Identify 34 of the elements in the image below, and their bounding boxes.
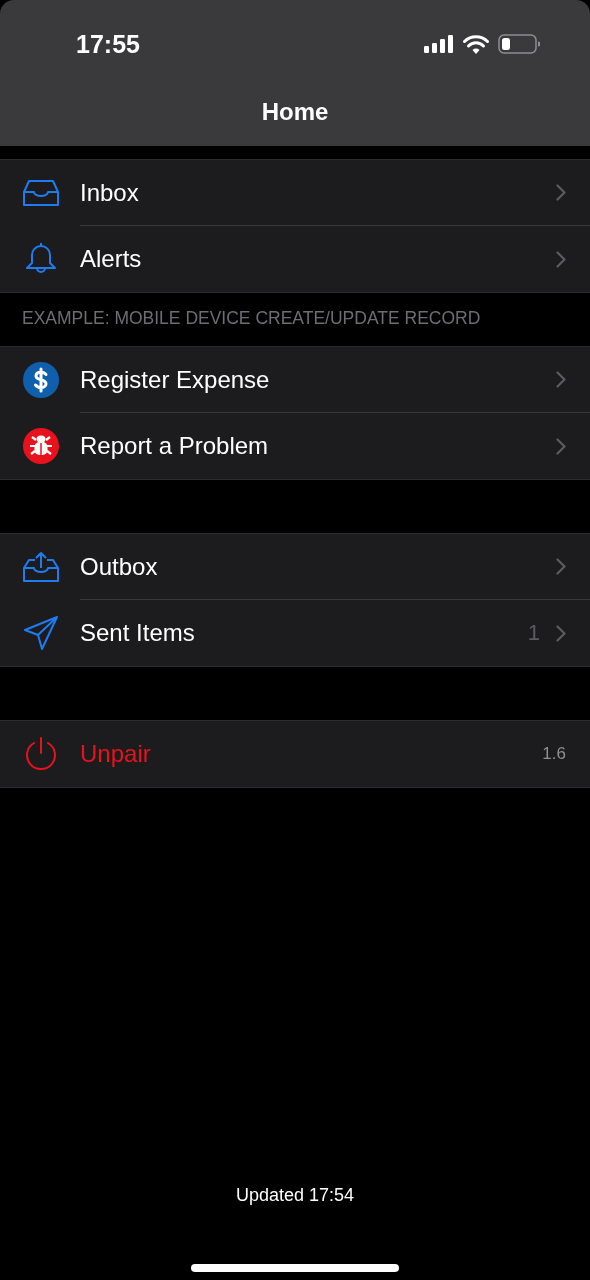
menu-row[interactable]: Alerts xyxy=(0,226,590,292)
row-label: Inbox xyxy=(80,178,140,207)
outbox-tray-icon xyxy=(22,552,60,582)
bug-icon xyxy=(22,428,60,464)
menu-row[interactable]: Report a Problem xyxy=(0,413,590,479)
chevron-icon xyxy=(556,558,566,575)
section-header: EXAMPLE: MOBILE DEVICE CREATE/UPDATE RECORD xyxy=(21,307,482,330)
battery-icon xyxy=(498,34,540,54)
menu-row[interactable]: Sent Items 1 xyxy=(0,600,590,666)
screen-title: Home xyxy=(260,97,330,126)
chevron-icon xyxy=(556,437,566,455)
row-label: Unpair xyxy=(80,740,152,768)
menu-row[interactable]: Outbox xyxy=(0,534,590,600)
row-label: Report a Problem xyxy=(80,432,270,460)
row-label: Outbox xyxy=(80,552,159,581)
paper-plane-icon xyxy=(22,616,60,650)
menu-row[interactable]: Inbox xyxy=(0,160,590,226)
wifi-icon xyxy=(463,34,489,54)
chevron-icon xyxy=(556,371,566,388)
inbox-tray-icon xyxy=(22,180,60,206)
chevron-icon xyxy=(556,184,566,201)
status-time: 17:55 xyxy=(76,29,140,59)
menu-row[interactable]: Register Expense xyxy=(0,347,590,413)
chevron-icon xyxy=(556,624,566,642)
row-label: Register Expense xyxy=(80,365,271,394)
chevron-icon xyxy=(556,250,566,268)
row-detail: 1.6 xyxy=(542,744,566,764)
update-time: Updated 17:54 xyxy=(234,1185,356,1206)
menu-row[interactable]: Unpair 1.6 xyxy=(0,721,590,787)
row-detail: 1 xyxy=(527,620,540,646)
signal-icon xyxy=(424,35,454,53)
row-label: Sent Items xyxy=(80,619,196,647)
row-label: Alerts xyxy=(80,245,143,273)
dollar-icon xyxy=(22,362,60,398)
